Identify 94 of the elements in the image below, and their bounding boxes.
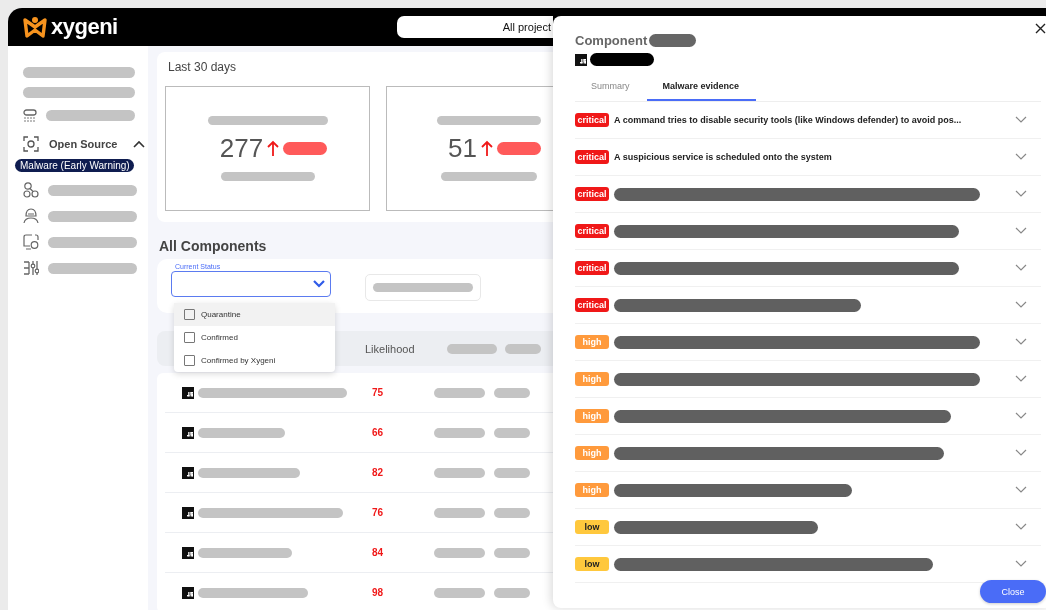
- severity-badge: high: [575, 372, 609, 386]
- filter-field[interactable]: [365, 274, 481, 301]
- likelihood-value: 75: [372, 387, 385, 398]
- redacted-bar: [434, 547, 485, 558]
- likelihood-value: 66: [372, 427, 385, 438]
- likelihood-value: 82: [372, 467, 385, 478]
- column-header: Likelihood: [365, 342, 415, 355]
- chevron-down-icon: [1015, 301, 1027, 309]
- js-icon: [182, 426, 194, 439]
- menu-item[interactable]: Quarantine: [174, 303, 335, 326]
- logo-icon: [23, 16, 47, 38]
- logo-text: xygeni: [51, 14, 118, 40]
- close-button[interactable]: Close: [980, 580, 1046, 603]
- redacted-bar: [504, 343, 541, 354]
- js-icon: [182, 586, 194, 599]
- device-icon: [23, 234, 39, 250]
- status-dropdown[interactable]: [171, 271, 331, 297]
- checkbox[interactable]: [184, 309, 195, 320]
- chevron-down-icon: [1015, 190, 1027, 198]
- chevron-down-icon: [1015, 338, 1027, 346]
- severity-badge: high: [575, 409, 609, 423]
- redacted-bar: [434, 427, 485, 438]
- menu-item[interactable]: Confirmed by Xygeni: [174, 349, 335, 372]
- project-selector[interactable]: All project: [397, 16, 553, 38]
- js-icon: [182, 386, 194, 399]
- chevron-down-icon: [1015, 375, 1027, 383]
- option-label: Confirmed by Xygeni: [201, 356, 276, 365]
- chevron-down-icon: [1015, 486, 1027, 494]
- likelihood-value: 84: [372, 547, 385, 558]
- chevron-down-icon: [1015, 264, 1027, 272]
- redacted-bar: [434, 467, 485, 478]
- sliders-icon: [23, 260, 39, 276]
- close-icon: [1035, 23, 1046, 34]
- chevron-down-icon: [1015, 153, 1027, 161]
- chevron-down-icon: [1015, 560, 1027, 568]
- severity-badge: critical: [575, 113, 609, 127]
- chevron-down-icon: [1015, 227, 1027, 235]
- sidebar-item[interactable]: Malware (Early Warning): [15, 159, 134, 172]
- checkbox[interactable]: [184, 355, 195, 366]
- redacted-bar: [446, 343, 497, 354]
- likelihood-value: 76: [372, 507, 385, 518]
- severity-badge: high: [575, 335, 609, 349]
- tab[interactable]: Malware evidence: [646, 74, 757, 101]
- option-label: Quarantine: [201, 310, 241, 319]
- card-title: Last 30 days: [167, 60, 238, 74]
- checkbox[interactable]: [184, 332, 195, 343]
- chevron-down-icon: [313, 280, 325, 288]
- severity-badge: critical: [575, 224, 609, 238]
- chevron-down-icon: [1015, 449, 1027, 457]
- stat-value: 51: [448, 133, 477, 164]
- severity-badge: high: [575, 446, 609, 460]
- redacted-bar: [494, 587, 530, 598]
- menu-item[interactable]: Confirmed: [174, 326, 335, 349]
- redacted-bar: [283, 142, 328, 155]
- js-icon: [182, 466, 194, 479]
- js-icon: [182, 546, 194, 559]
- severity-badge: critical: [575, 298, 609, 312]
- severity-badge: critical: [575, 150, 609, 164]
- js-icon: [182, 506, 194, 519]
- redacted-bar: [494, 547, 530, 558]
- chevron-down-icon: [1015, 116, 1027, 124]
- link-icon: [23, 182, 39, 198]
- redacted-bar: [494, 387, 530, 398]
- redacted-bar: [496, 142, 541, 155]
- redacted-bar: [590, 53, 654, 66]
- severity-badge: high: [575, 483, 609, 497]
- likelihood-value: 98: [372, 587, 385, 598]
- panel-title: Component: [575, 33, 648, 48]
- severity-badge: low: [575, 520, 609, 534]
- option-label: Confirmed: [201, 333, 238, 342]
- evidence-title: A suspicious service is scheduled onto the system: [614, 152, 832, 162]
- js-icon: [575, 53, 587, 66]
- tab[interactable]: Summary: [575, 74, 647, 101]
- server-icon: [23, 108, 37, 122]
- section-title: All Components: [159, 238, 268, 254]
- redacted-bar: [649, 34, 697, 47]
- sidebar-section[interactable]: Open Source: [49, 138, 118, 150]
- stat-value: 277: [219, 133, 264, 164]
- redacted-bar: [434, 387, 485, 398]
- chevron-down-icon: [1015, 412, 1027, 420]
- hacker-icon: [23, 208, 39, 224]
- scan-icon: [23, 136, 39, 152]
- evidence-title: A command tries to disable security tools (like Windows defender) to avoid pos...: [614, 115, 962, 125]
- severity-badge: critical: [575, 187, 609, 201]
- chevron-down-icon: [1015, 523, 1027, 531]
- severity-badge: low: [575, 557, 609, 571]
- redacted-bar: [494, 427, 530, 438]
- arrow-up-icon: [480, 140, 493, 157]
- redacted-bar: [434, 587, 485, 598]
- redacted-bar: [434, 507, 485, 518]
- severity-badge: critical: [575, 261, 609, 275]
- redacted-bar: [494, 507, 530, 518]
- redacted-bar: [494, 467, 530, 478]
- arrow-up-icon: [267, 140, 280, 157]
